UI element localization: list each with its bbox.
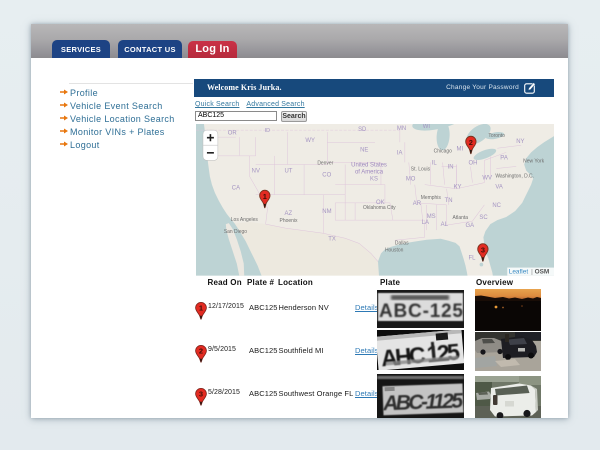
svg-text:KS: KS [370,177,378,183]
svg-text:MS: MS [427,214,436,220]
svg-text:Washington, D.C.: Washington, D.C. [495,174,534,180]
svg-text:1: 1 [199,304,203,313]
svg-text:NM: NM [322,209,331,215]
svg-text:3: 3 [481,246,485,255]
svg-text:Dallas: Dallas [395,241,409,247]
svg-text:TX: TX [328,237,336,243]
svg-text:United States: United States [351,163,387,169]
svg-text:KY: KY [454,185,462,191]
svg-text:WV: WV [482,176,492,182]
svg-text:AL: AL [441,222,449,228]
svg-text:OR: OR [228,131,238,137]
svg-text:NE: NE [360,148,368,154]
svg-text:ABC-125: ABC-125 [379,301,463,322]
svg-text:3: 3 [199,390,203,399]
svg-text:Los Angeles: Los Angeles [231,217,259,223]
svg-text:ID: ID [265,128,270,134]
svg-text:St. Louis: St. Louis [411,167,431,173]
svg-text:NC: NC [492,203,501,209]
svg-text:LA: LA [422,220,429,226]
svg-text:IL: IL [432,161,438,167]
svg-text:New York: New York [523,159,544,165]
svg-text:PA: PA [500,156,507,162]
svg-text:TN: TN [445,198,453,204]
svg-text:CA: CA [232,186,240,192]
svg-text:MN: MN [397,126,406,132]
svg-text:WI: WI [423,124,431,130]
svg-text:OH: OH [468,161,477,167]
svg-text:2: 2 [199,347,203,356]
svg-text:ABC-1125: ABC-1125 [382,389,464,415]
svg-text:FL: FL [468,256,476,262]
svg-text:AZ: AZ [285,211,293,217]
svg-text:Toronto: Toronto [488,133,505,139]
svg-text:of America: of America [355,170,384,176]
svg-text:NV: NV [252,169,260,175]
svg-text:NY: NY [516,139,524,145]
svg-text:MO: MO [406,177,416,183]
svg-text:OSM: OSM [535,269,550,276]
svg-text:1: 1 [263,192,267,201]
svg-text:Houston: Houston [385,248,404,254]
svg-text:VA: VA [495,185,502,191]
svg-text:Chicago: Chicago [434,149,452,155]
svg-text:Oklahoma City: Oklahoma City [363,205,396,211]
svg-text:Phoenix: Phoenix [280,218,298,224]
svg-text:UT: UT [285,169,293,175]
svg-text:SC: SC [479,215,488,221]
svg-text:2: 2 [469,138,473,147]
svg-text:|: | [531,269,533,276]
svg-text:San Diego: San Diego [224,229,247,235]
svg-text:Memphis: Memphis [421,195,442,201]
svg-text:CO: CO [322,173,331,179]
svg-text:GA: GA [465,223,474,229]
svg-text:IA: IA [397,151,403,157]
svg-text:Atlanta: Atlanta [453,215,469,221]
svg-text:Denver: Denver [317,161,333,167]
svg-text:AR: AR [413,201,422,207]
svg-text:MI: MI [457,147,464,153]
svg-text:SD: SD [358,127,367,133]
svg-text:Leaflet: Leaflet [509,269,529,276]
svg-text:WY: WY [305,138,315,144]
svg-text:IN: IN [448,165,454,171]
